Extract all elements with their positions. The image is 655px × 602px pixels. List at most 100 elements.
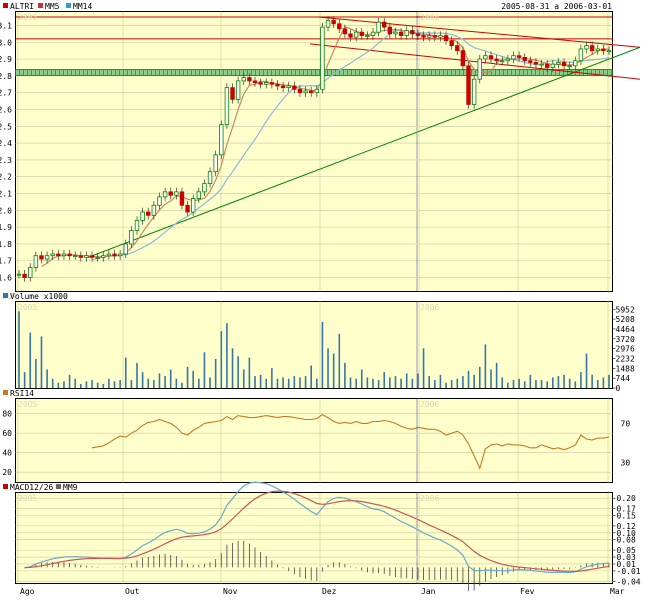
price-candle [471,75,477,109]
price-tick-label: 3.0 [0,38,12,47]
candle-body [196,191,202,199]
candle-body [505,58,511,62]
candle-body [393,31,398,35]
legend-mm14: MM14 [73,2,92,11]
candle-body [511,55,516,60]
candle-body [471,78,477,105]
price-candle [219,120,224,160]
candle-body [573,60,578,67]
volume-panel [15,301,613,389]
price-tick-label: 2.1 [0,190,12,199]
candle-body [56,253,61,257]
volume-tick-label: 5952 [616,305,635,314]
legend-mm5: MM5 [45,2,60,11]
legend-swatch-altri [3,3,8,8]
rsi-legend-swatch [3,390,8,395]
price-candle [477,54,482,84]
candle-body [567,65,572,68]
macd-tick-label: 0.20 [617,494,636,503]
candle-body [134,220,140,231]
price-tick-label: 2.8 [0,72,12,81]
candle-body [44,255,50,260]
candle-body [101,255,106,258]
month-label: Out [125,587,140,596]
candle-body [28,267,33,278]
chart-stage: Ago Out Nov Dez Jan Fev Mar 1.6 1.7 1.8 1.9 2.0 2.1 2… [0,0,655,600]
candle-body [61,253,67,257]
price-panel [15,11,613,292]
candle-body [370,31,376,36]
candle-body [561,62,567,67]
candle-body [404,30,409,36]
candle-body [123,243,128,255]
candle-body [117,253,123,257]
rsi-tick-label: 60 [2,429,12,438]
candle-body [179,191,185,206]
candle-body [421,35,426,38]
candle-body [151,204,157,216]
candle-body [337,23,342,30]
watermark-year-mid-price: 2006 [420,13,439,22]
candle-body [78,255,84,258]
candle-body [533,62,539,65]
rsi-title: RSI14 [10,389,34,398]
rsi-panel [15,398,613,483]
candle-body [219,124,224,156]
candle-body [224,87,230,126]
candle-body [415,33,421,36]
volume-tick-label: 2976 [616,345,635,354]
candle-body [595,48,600,52]
month-label: Mar [610,587,625,596]
candle-body [168,191,173,196]
candle-body [544,63,550,68]
volume-tick-label: 1488 [616,364,635,373]
candle-body [578,48,584,62]
candle-body [112,253,117,257]
candle-body [16,273,22,276]
rsi-tick-label: 20 [2,468,12,477]
price-candle [224,83,230,129]
price-tick-label: 2.0 [0,206,12,215]
price-tick-label: 2.6 [0,105,12,114]
watermark-year-start-rsi: 2005 [18,400,37,409]
month-label: Ago [20,587,35,596]
candle-body [410,30,415,35]
price-candle [235,76,241,104]
candle-body [247,77,252,82]
macd-tick-label: 0.08 [617,536,636,545]
date-range: 2005-08-31 a 2006-03-01 [501,2,612,11]
price-candle [320,22,325,94]
price-tick-label: 2.7 [0,89,12,98]
candle-body [483,55,488,60]
candle-body [275,83,280,87]
candle-body [466,65,471,105]
candle-body [432,35,438,38]
candle-body [488,55,494,60]
candle-body [129,230,134,245]
candle-body [230,87,235,100]
price-candle [466,61,471,109]
candle-body [308,90,314,94]
candle-body [202,183,207,193]
candle-body [190,198,196,213]
candle-body [162,191,168,198]
rsi-tick-label: 80 [2,410,12,419]
candle-body [140,211,145,221]
candle-body [359,31,364,36]
candle-body [174,191,179,196]
candle-body [522,56,527,62]
candle-body [460,50,466,67]
candle-body [342,28,348,35]
candle-body [494,58,499,62]
candle-body [33,255,39,268]
price-tick-label: 1.6 [0,274,12,283]
candle-body [146,211,151,216]
candle-body [353,31,359,38]
price-tick-label: 2.9 [0,55,12,64]
volume-title: Volume x1000 [10,292,68,301]
candle-body [286,85,291,89]
candle-body [157,196,162,206]
candle-body [269,82,275,85]
candle-body [292,85,297,90]
candle-body [325,20,331,28]
